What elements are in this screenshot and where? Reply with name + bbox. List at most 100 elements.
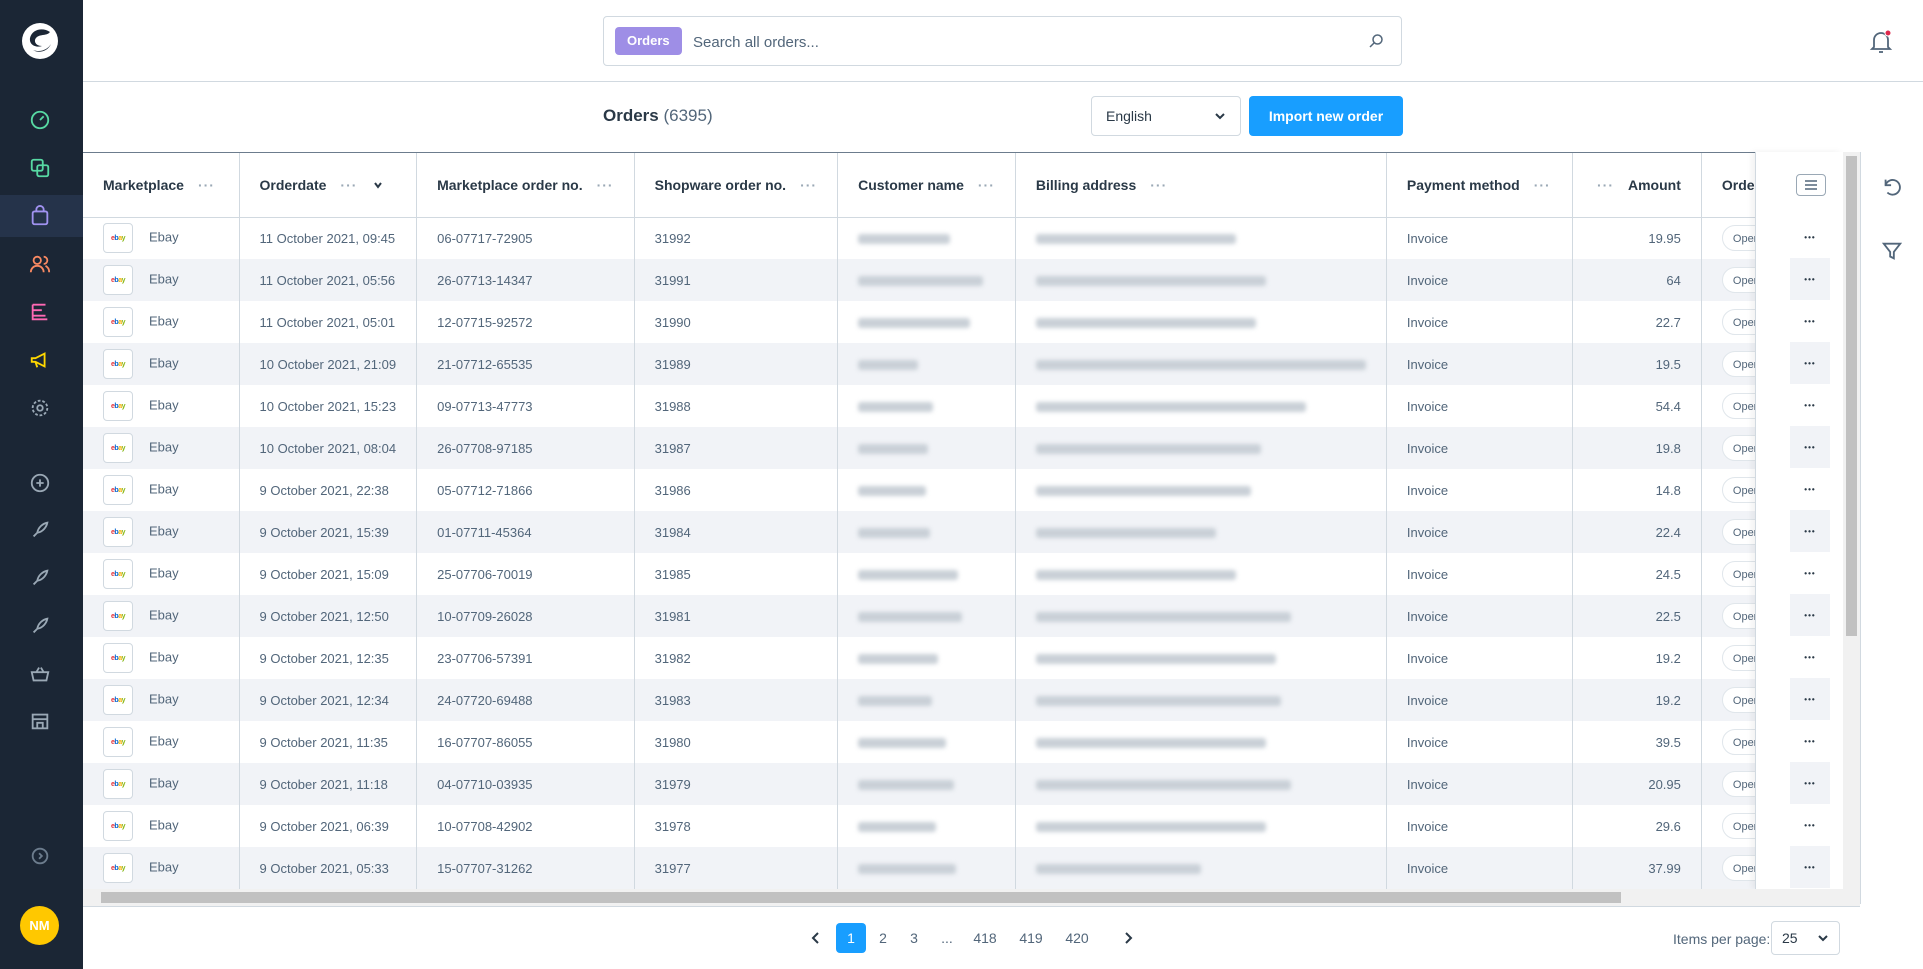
pagination: 1 2 3 ... 418 419 420 Items per page: 25 [83,906,1860,969]
shopware-order-no-cell: 31981 [634,595,839,637]
table-row[interactable]: ebay Ebay 9 October 2021, 12:35 23-07706-57… [83,637,1822,679]
grid-settings-button[interactable] [1796,174,1826,196]
row-context-menu-button[interactable]: ••• [1790,552,1830,594]
refresh-icon[interactable] [1881,176,1903,198]
column-header-marketplace-order-no[interactable]: Marketplace order no. ··· [416,153,635,218]
row-context-menu-button[interactable]: ••• [1790,594,1830,636]
row-context-menu-button[interactable]: ••• [1790,720,1830,762]
row-context-menu-button[interactable]: ••• [1790,426,1830,468]
vertical-scrollbar[interactable] [1843,152,1860,889]
store-icon[interactable] [28,709,52,733]
row-context-menu-button[interactable]: ••• [1790,510,1830,552]
search-type-tag[interactable]: Orders [615,27,682,55]
row-context-menu-button[interactable]: ••• [1790,804,1830,846]
table-row[interactable]: ebay Ebay 10 October 2021, 15:23 09-07713-4… [83,385,1822,427]
redacted-customer-name [858,612,963,623]
column-header-customer-name[interactable]: Customer name ··· [837,153,1016,218]
redacted-billing-address [1035,612,1291,623]
table-row[interactable]: ebay Ebay 10 October 2021, 21:09 21-07712-6… [83,343,1822,385]
catalogue-icon[interactable] [28,156,52,180]
column-menu-icon[interactable]: ··· [978,177,995,193]
row-context-menu-button[interactable]: ••• [1790,762,1830,804]
row-context-menu-button[interactable]: ••• [1790,258,1830,300]
table-row[interactable]: ebay Ebay 9 October 2021, 12:34 24-07720-69… [83,679,1822,721]
dashboard-icon[interactable] [28,108,52,132]
row-context-menu-button[interactable]: ••• [1790,384,1830,426]
row-context-menu-button[interactable]: ••• [1790,216,1830,258]
redacted-customer-name [858,276,984,287]
table-header-row: Marketplace ··· Orderdate ··· Marketplace … [83,153,1822,218]
import-order-button[interactable]: Import new order [1249,96,1403,136]
row-context-menu-button[interactable]: ••• [1790,468,1830,510]
search-input[interactable] [693,29,1333,55]
language-value: English [1106,108,1152,124]
page-button[interactable]: 419 [1016,923,1046,953]
ebay-logo-icon: ebay [103,475,133,505]
table-row[interactable]: ebay Ebay 9 October 2021, 06:39 10-07708-42… [83,805,1822,847]
table-row[interactable]: ebay Ebay 11 October 2021, 05:01 12-07715-9… [83,301,1822,343]
notification-bell-icon[interactable] [1869,29,1893,55]
payment-method-cell: Invoice [1386,637,1573,679]
search-bar[interactable]: Orders [603,16,1402,66]
items-per-page-select[interactable]: 25 [1771,921,1840,955]
horizontal-scrollbar[interactable] [83,889,1860,906]
avatar[interactable]: NM [20,906,59,945]
vertical-scrollbar-thumb[interactable] [1846,156,1857,636]
column-menu-icon[interactable]: ··· [198,177,215,193]
column-header-marketplace[interactable]: Marketplace ··· [83,153,240,218]
column-menu-icon[interactable]: ··· [800,177,817,193]
orders-icon[interactable] [28,204,52,228]
table-row[interactable]: ebay Ebay 10 October 2021, 08:04 26-07708-9… [83,427,1822,469]
marketing-icon[interactable] [28,348,52,372]
table-row[interactable]: ebay Ebay 9 October 2021, 22:38 05-07712-71… [83,469,1822,511]
add-icon[interactable] [28,471,52,495]
content-icon[interactable] [28,300,52,324]
row-context-menu-button[interactable]: ••• [1790,300,1830,342]
table-row[interactable]: ebay Ebay 9 October 2021, 15:39 01-07711-45… [83,511,1822,553]
rocket-icon[interactable] [28,614,52,638]
row-context-menu-button[interactable]: ••• [1790,636,1830,678]
rocket-icon[interactable] [28,518,52,542]
column-menu-icon[interactable]: ··· [1534,177,1551,193]
marketplace-name: Ebay [149,775,179,791]
page-button[interactable]: 3 [899,923,929,953]
page-button[interactable]: 2 [868,923,898,953]
row-context-menu-button[interactable]: ••• [1790,342,1830,384]
page-button[interactable]: 1 [836,923,866,953]
column-menu-icon[interactable]: ··· [1597,177,1614,193]
table-row[interactable]: ebay Ebay 9 October 2021, 12:50 10-07709-26… [83,595,1822,637]
page-button[interactable]: 420 [1062,923,1092,953]
row-context-menu-button[interactable]: ••• [1790,678,1830,720]
column-header-amount[interactable]: ··· Amount [1572,153,1702,218]
next-page-button[interactable] [1113,923,1143,953]
column-menu-icon[interactable]: ··· [340,177,357,193]
rocket-icon[interactable] [28,566,52,590]
items-per-page-label: Items per page: [1673,931,1771,947]
column-menu-icon[interactable]: ··· [597,177,614,193]
sort-desc-icon[interactable] [373,180,383,190]
table-row[interactable]: ebay Ebay 9 October 2021, 11:35 16-07707-86… [83,721,1822,763]
basket-icon[interactable] [28,662,52,686]
table-row[interactable]: ebay Ebay 11 October 2021, 05:56 26-07713-1… [83,259,1822,301]
column-header-billing-address[interactable]: Billing address ··· [1015,153,1387,218]
table-row[interactable]: ebay Ebay 9 October 2021, 05:33 15-07707-31… [83,847,1822,889]
table-row[interactable]: ebay Ebay 9 October 2021, 11:18 04-07710-03… [83,763,1822,805]
language-select[interactable]: English [1091,96,1241,136]
shopware-logo[interactable] [21,22,59,60]
prev-page-button[interactable] [801,923,831,953]
settings-icon[interactable] [28,396,52,420]
column-header-orderdate[interactable]: Orderdate ··· [239,153,418,218]
customers-icon[interactable] [28,252,52,276]
table-row[interactable]: ebay Ebay 9 October 2021, 15:09 25-07706-70… [83,553,1822,595]
horizontal-scrollbar-thumb[interactable] [101,892,1621,903]
payment-method-cell: Invoice [1386,553,1573,595]
column-header-shopware-order-no[interactable]: Shopware order no. ··· [634,153,839,218]
table-row[interactable]: ebay Ebay 11 October 2021, 09:45 06-07717-7… [83,217,1822,259]
row-context-menu-button[interactable]: ••• [1790,846,1830,888]
column-header-payment-method[interactable]: Payment method ··· [1386,153,1573,218]
search-icon[interactable] [1367,32,1385,50]
column-menu-icon[interactable]: ··· [1150,177,1167,193]
filter-icon[interactable] [1881,240,1903,262]
page-button[interactable]: 418 [970,923,1000,953]
expand-icon[interactable] [28,844,52,868]
